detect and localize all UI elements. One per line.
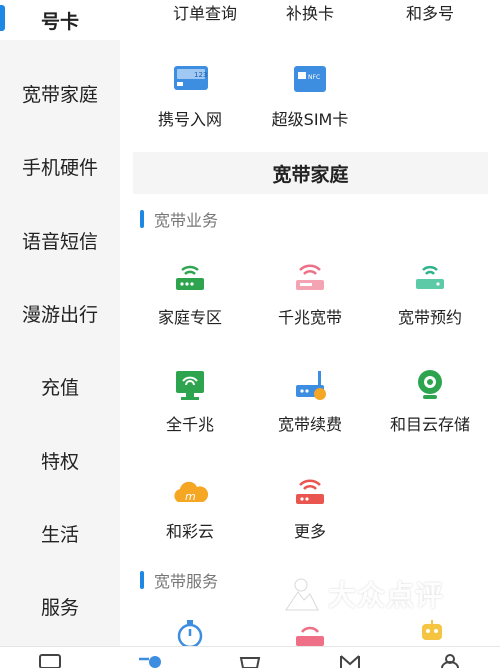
family-zone-item[interactable]: 家庭专区 — [125, 258, 255, 328]
grid-item-label: 全千兆 — [165, 415, 214, 434]
sidebar-item-phone-hardware[interactable]: 手机硬件 — [0, 146, 120, 186]
pink-router-icon — [296, 264, 324, 290]
replace-card-link[interactable]: 补换卡 — [245, 0, 375, 24]
grid-item-label: 超级SIM卡 — [271, 110, 349, 129]
teal-router-icon — [416, 265, 444, 289]
section-title-broadband-home: 宽带家庭 — [133, 152, 488, 194]
sidebar-item-roaming[interactable]: 漫游出行 — [0, 293, 120, 333]
mine-tab-icon[interactable] — [437, 653, 463, 668]
green-camera-icon — [418, 370, 442, 399]
sidebar-item-label: 宽带家庭 — [21, 83, 98, 106]
sidebar-item-broadband-home[interactable]: 宽带家庭 — [0, 73, 120, 113]
sidebar-item-label: 充值 — [40, 376, 79, 399]
watermark-text: 大众点评 — [328, 579, 445, 612]
sidebar-item-recharge[interactable]: 充值 — [0, 366, 120, 406]
bottom-tab-bar — [0, 646, 500, 668]
green-router-icon — [176, 265, 204, 290]
subheading-label: 宽带业务 — [154, 211, 219, 230]
sim-card-123-icon: 123 — [174, 66, 208, 90]
multi-number-link[interactable]: 和多号 — [365, 0, 495, 24]
sidebar-item-life[interactable]: 生活 — [0, 513, 120, 553]
more-item[interactable]: 更多 — [245, 472, 375, 542]
orange-cloud-icon: m — [174, 481, 209, 503]
sidebar-item-label: 服务 — [40, 596, 79, 619]
sidebar-item-number-card[interactable]: 号卡 — [0, 0, 120, 40]
active-indicator — [0, 5, 5, 31]
subheading-broadband-service: 宽带服务 — [140, 569, 218, 591]
sidebar-item-label: 生活 — [40, 523, 79, 546]
sidebar-item-privileges[interactable]: 特权 — [0, 440, 120, 480]
grid-item-label: 和多号 — [405, 4, 454, 23]
grid-item-label: 宽带预约 — [397, 308, 462, 327]
svg-text:NFC: NFC — [308, 74, 320, 81]
grid-item-label: 和目云存储 — [389, 415, 470, 434]
sidebar-item-label: 语音短信 — [21, 230, 98, 253]
broadband-renewal-item[interactable]: 宽带续费 — [245, 365, 375, 435]
grid-item-label: 宽带续费 — [277, 415, 342, 434]
gigabit-broadband-item[interactable]: 千兆宽带 — [245, 258, 375, 328]
sidebar-item-label: 特权 — [40, 450, 79, 473]
super-sim-item[interactable]: NFC 超级SIM卡 — [245, 60, 375, 130]
grid-item-label: 携号入网 — [157, 110, 222, 129]
nfc-sim-card-icon: NFC — [294, 66, 326, 92]
subheading-broadband-business: 宽带业务 — [140, 208, 218, 230]
yellow-robot-icon[interactable] — [410, 618, 454, 646]
port-in-number-item[interactable]: 123 携号入网 — [125, 60, 255, 130]
service-tab-icon[interactable] — [137, 653, 163, 668]
dianping-logo-icon — [285, 578, 319, 611]
dianping-watermark: 大众点评 — [280, 574, 444, 614]
full-gigabit-item[interactable]: 全千兆 — [125, 365, 255, 435]
category-sidebar: 号卡 宽带家庭 手机硬件 语音短信 漫游出行 充值 特权 生活 服务 — [0, 0, 120, 646]
blue-stopwatch-icon[interactable] — [168, 618, 212, 646]
blue-router-icon — [296, 371, 326, 400]
shop-tab-icon[interactable] — [237, 653, 263, 668]
grid-item-label: 家庭专区 — [157, 308, 222, 327]
green-monitor-wifi-icon — [176, 371, 204, 400]
sidebar-item-label: 手机硬件 — [21, 156, 98, 179]
grid-item-label: 千兆宽带 — [277, 308, 342, 327]
subheading-marker — [140, 571, 144, 589]
color-cloud-item[interactable]: m 和彩云 — [125, 472, 255, 542]
svg-text:m: m — [185, 490, 196, 503]
broadband-reservation-item[interactable]: 宽带预约 — [365, 258, 495, 328]
grid-item-label: 和彩云 — [165, 522, 214, 541]
sidebar-item-label: 号卡 — [40, 10, 79, 33]
cloud-storage-item[interactable]: 和目云存储 — [365, 365, 495, 435]
subheading-label: 宽带服务 — [154, 572, 219, 591]
sidebar-item-voice-sms[interactable]: 语音短信 — [0, 220, 120, 260]
red-router-icon — [296, 479, 324, 504]
home-tab-icon[interactable] — [37, 653, 63, 668]
svg-text:123: 123 — [194, 71, 207, 79]
discover-tab-icon[interactable] — [337, 653, 363, 668]
pink-router-icon[interactable] — [288, 624, 332, 646]
grid-item-label: 补换卡 — [285, 4, 334, 23]
grid-item-label: 更多 — [293, 522, 326, 541]
subheading-marker — [140, 210, 144, 228]
sidebar-item-service[interactable]: 服务 — [0, 586, 120, 626]
sidebar-item-label: 漫游出行 — [21, 303, 98, 326]
